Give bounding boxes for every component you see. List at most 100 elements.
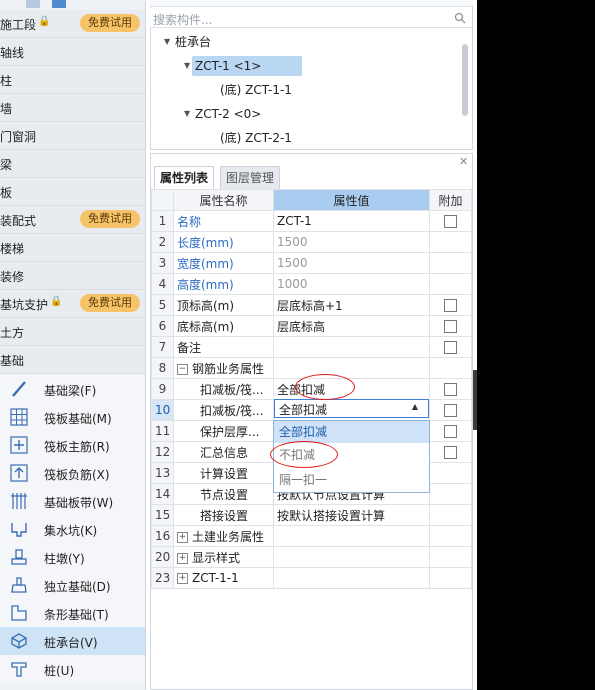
attach-checkbox[interactable] <box>444 320 457 333</box>
property-value-cell[interactable]: 1500 <box>273 252 430 274</box>
sidebar-category[interactable]: 门窗洞 <box>0 122 145 150</box>
sidebar-category[interactable]: 土方 <box>0 318 145 346</box>
property-value-cell[interactable]: 层底标高+1 <box>273 294 430 316</box>
sidebar-category-label: 土方 <box>0 326 25 340</box>
property-name: 保护层厚... <box>200 424 260 439</box>
extra-header: 附加 <box>429 189 472 211</box>
sidebar-category[interactable]: 装修 <box>0 262 145 290</box>
sidebar-item[interactable]: 筏板基础(M) <box>0 403 145 431</box>
tree-node-zct2-1[interactable]: (底) ZCT-2-1 <box>220 128 292 148</box>
sidebar-category[interactable]: 装配式 免费试用 <box>0 206 145 234</box>
deduct-select-value: 全部扣减 <box>279 403 328 417</box>
row-number: 20 <box>151 546 174 568</box>
sidebar-item[interactable]: 集水坑(K) <box>0 515 145 543</box>
sidebar-category[interactable]: 施工段 🔒 免费试用 <box>0 10 145 38</box>
toolbar-icon-1[interactable] <box>26 0 40 8</box>
table-row[interactable]: 2 长度(mm) 1500 <box>151 231 472 253</box>
table-row[interactable]: 3 宽度(mm) 1500 <box>151 252 472 274</box>
tab-layer-management[interactable]: 图层管理 <box>220 166 281 190</box>
table-row[interactable]: 6 底标高(m) 层底标高 <box>151 315 472 337</box>
attach-checkbox[interactable] <box>444 383 457 396</box>
table-row[interactable]: 20 + 显示样式 <box>151 546 472 568</box>
sidebar-item[interactable]: 基础板带(W) <box>0 487 145 515</box>
table-row[interactable]: 7 备注 <box>151 336 472 358</box>
free-trial-badge[interactable]: 免费试用 <box>80 294 140 312</box>
property-name-cell: 名称 <box>173 210 274 232</box>
property-value-cell[interactable] <box>273 336 430 358</box>
tree-node-zct2[interactable]: ZCT-2 <0> <box>195 104 261 124</box>
table-row[interactable]: 15 搭接设置 按默认搭接设置计算 <box>151 504 472 526</box>
property-value-cell[interactable] <box>273 525 430 547</box>
sidebar-category[interactable]: 墙 <box>0 94 145 122</box>
property-name-cell: + 土建业务属性 <box>173 525 274 547</box>
attach-checkbox[interactable] <box>444 425 457 438</box>
tree-root[interactable]: 桩承台 <box>175 32 211 52</box>
search-input[interactable]: 搜索构件... <box>153 11 212 28</box>
extra-cell <box>429 525 472 547</box>
sidebar-item[interactable]: 筏板主筋(R) <box>0 431 145 459</box>
table-row[interactable]: 16 + 土建业务属性 <box>151 525 472 547</box>
table-row[interactable]: 1 名称 ZCT-1 <box>151 210 472 232</box>
free-trial-badge[interactable]: 免费试用 <box>80 14 140 32</box>
tree-scrollbar[interactable] <box>462 44 468 116</box>
property-value-cell[interactable] <box>273 546 430 568</box>
toolbar-icon-2[interactable] <box>52 0 66 8</box>
tab-properties[interactable]: 属性列表 <box>154 166 215 191</box>
sidebar-item[interactable]: 筏板负筋(X) <box>0 459 145 487</box>
tree-node-zct1[interactable]: ZCT-1 <1> <box>192 56 302 76</box>
table-row[interactable]: 5 顶标高(m) 层底标高+1 <box>151 294 472 316</box>
sidebar-item[interactable]: 条形基础(T) <box>0 599 145 627</box>
dropdown-option[interactable]: 隔一扣一 <box>274 469 429 491</box>
close-icon[interactable]: ✕ <box>459 155 468 168</box>
attach-checkbox[interactable] <box>444 446 457 459</box>
sidebar-category[interactable]: 楼梯 <box>0 234 145 262</box>
property-value-cell[interactable]: 层底标高 <box>273 315 430 337</box>
tree-node-zct1-1[interactable]: (底) ZCT-1-1 <box>220 80 292 100</box>
attach-checkbox[interactable] <box>444 341 457 354</box>
expand-arrow-icon[interactable]: ▼ <box>164 37 170 46</box>
property-value-cell[interactable]: 1500 <box>273 231 430 253</box>
splitter-handle[interactable] <box>473 370 477 430</box>
extra-cell <box>429 294 472 316</box>
free-trial-badge[interactable]: 免费试用 <box>80 210 140 228</box>
sidebar-item[interactable]: 桩承台(V) <box>0 627 145 655</box>
foundation-beam-icon <box>12 381 26 397</box>
property-name: 计算设置 <box>200 466 249 481</box>
collapse-icon[interactable]: − <box>177 363 188 375</box>
table-row[interactable]: 4 高度(mm) 1000 <box>151 273 472 295</box>
chevron-down-icon[interactable]: ▲ <box>412 402 418 411</box>
property-value-cell[interactable]: 1000 <box>273 273 430 295</box>
search-icon[interactable] <box>454 12 466 24</box>
sidebar-category[interactable]: 基坑支护 🔒 免费试用 <box>0 290 145 318</box>
sidebar-item[interactable]: 桩(U) <box>0 655 145 683</box>
deduct-select[interactable]: 全部扣减 ▲ <box>274 399 429 418</box>
property-name-cell: − 钢筋业务属性 <box>173 357 274 379</box>
expand-arrow-icon[interactable]: ▼ <box>184 109 190 118</box>
search-box[interactable]: 搜索构件... <box>150 8 472 28</box>
property-value-cell[interactable] <box>273 357 430 379</box>
sidebar-item[interactable]: 独立基础(D) <box>0 571 145 599</box>
row-number: 12 <box>151 441 174 463</box>
sidebar-category[interactable]: 轴线 <box>0 38 145 66</box>
expand-icon[interactable]: + <box>177 573 188 584</box>
table-row[interactable]: 23 + ZCT-1-1 <box>151 567 472 589</box>
sidebar-category[interactable]: 板 <box>0 178 145 206</box>
row-number: 7 <box>151 336 174 358</box>
sidebar-category[interactable]: 基础 <box>0 346 145 374</box>
dropdown-option[interactable]: 全部扣减 <box>274 421 429 443</box>
property-value-cell[interactable]: 按默认搭接设置计算 <box>273 504 430 526</box>
sidebar-category[interactable]: 梁 <box>0 150 145 178</box>
sidebar-item[interactable]: 基础梁(F) <box>0 375 145 403</box>
attach-checkbox[interactable] <box>444 404 457 417</box>
sidebar-category[interactable]: 柱 <box>0 66 145 94</box>
sidebar-item[interactable]: 柱墩(Y) <box>0 543 145 571</box>
expand-arrow-icon[interactable]: ▼ <box>184 61 190 70</box>
extra-cell <box>429 420 472 442</box>
attach-checkbox[interactable] <box>444 299 457 312</box>
sidebar-item-label: 桩(U) <box>44 664 75 678</box>
expand-icon[interactable]: + <box>177 552 188 564</box>
property-value-cell[interactable]: ZCT-1 <box>273 210 430 232</box>
property-value-cell[interactable] <box>273 567 430 589</box>
attach-checkbox[interactable] <box>444 215 457 228</box>
expand-icon[interactable]: + <box>177 531 188 543</box>
